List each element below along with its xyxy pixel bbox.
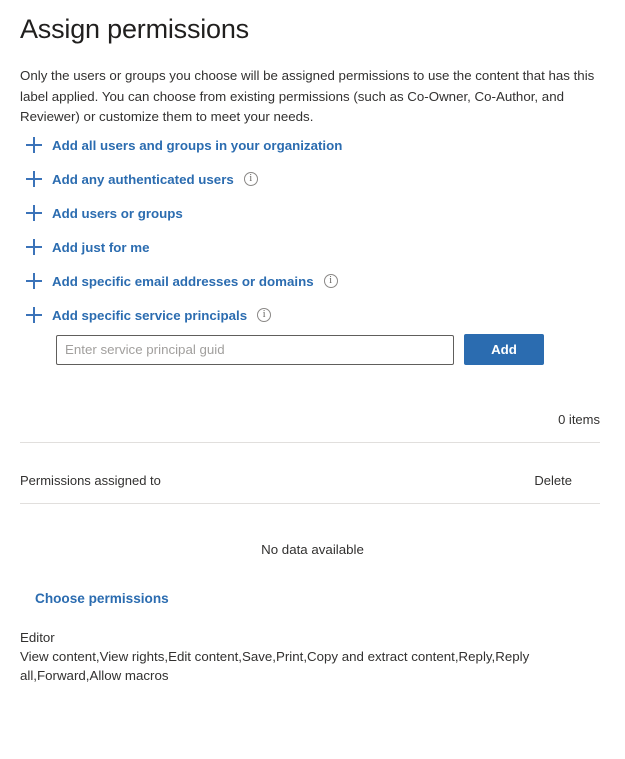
action-add-just-for-me[interactable]: Add just for me [24, 230, 584, 264]
page-description: Only the users or groups you choose will… [20, 68, 595, 124]
page-title: Assign permissions [20, 14, 249, 44]
action-add-specific-service-principals[interactable]: Add specific service principals i [24, 298, 584, 332]
action-label: Add users or groups [52, 205, 183, 221]
plus-icon [24, 237, 44, 257]
permission-rights-list: View content,View rights,Edit content,Sa… [20, 649, 530, 683]
action-add-users-or-groups[interactable]: Add users or groups [24, 196, 584, 230]
action-add-all-users-and-groups[interactable]: Add all users and groups in your organiz… [24, 128, 584, 162]
plus-icon [24, 305, 44, 325]
divider-bottom [20, 503, 600, 504]
permission-role-name: Editor [20, 630, 55, 645]
action-label: Add any authenticated users [52, 171, 234, 187]
plus-icon [24, 271, 44, 291]
items-count: 0 items [558, 412, 600, 427]
assign-permissions-panel: Assign permissions Only the users or gro… [0, 0, 625, 759]
action-label: Add specific email addresses or domains [52, 273, 314, 289]
info-icon[interactable]: i [257, 308, 272, 322]
table-header: Permissions assigned to Delete [20, 473, 600, 488]
add-button[interactable]: Add [464, 334, 544, 365]
column-header-delete: Delete [534, 473, 572, 488]
action-add-specific-email-addresses-or-domains[interactable]: Add specific email addresses or domains … [24, 264, 584, 298]
info-icon-glyph: i [329, 275, 332, 286]
service-principal-guid-input[interactable] [56, 334, 454, 365]
plus-icon [24, 203, 44, 223]
action-add-any-authenticated-users[interactable]: Add any authenticated users i [24, 162, 584, 196]
empty-state-message: No data available [261, 542, 364, 557]
choose-permissions-link[interactable]: Choose permissions [35, 591, 169, 606]
info-icon[interactable]: i [323, 274, 338, 288]
plus-icon [24, 135, 44, 155]
column-header-permissions-assigned-to: Permissions assigned to [20, 473, 161, 488]
permission-summary: Editor View content,View rights,Edit con… [20, 628, 560, 685]
info-icon[interactable]: i [243, 172, 258, 186]
info-icon-glyph: i [249, 173, 253, 184]
add-actions-list: Add all users and groups in your organiz… [24, 128, 584, 332]
divider-top [20, 442, 600, 443]
action-label: Add all users and groups in your organiz… [52, 137, 343, 153]
action-label: Add just for me [52, 239, 150, 255]
service-principal-input-row: Add [56, 334, 544, 365]
action-label: Add specific service principals [52, 307, 248, 323]
info-icon-glyph: i [262, 309, 266, 320]
plus-icon [24, 169, 44, 189]
